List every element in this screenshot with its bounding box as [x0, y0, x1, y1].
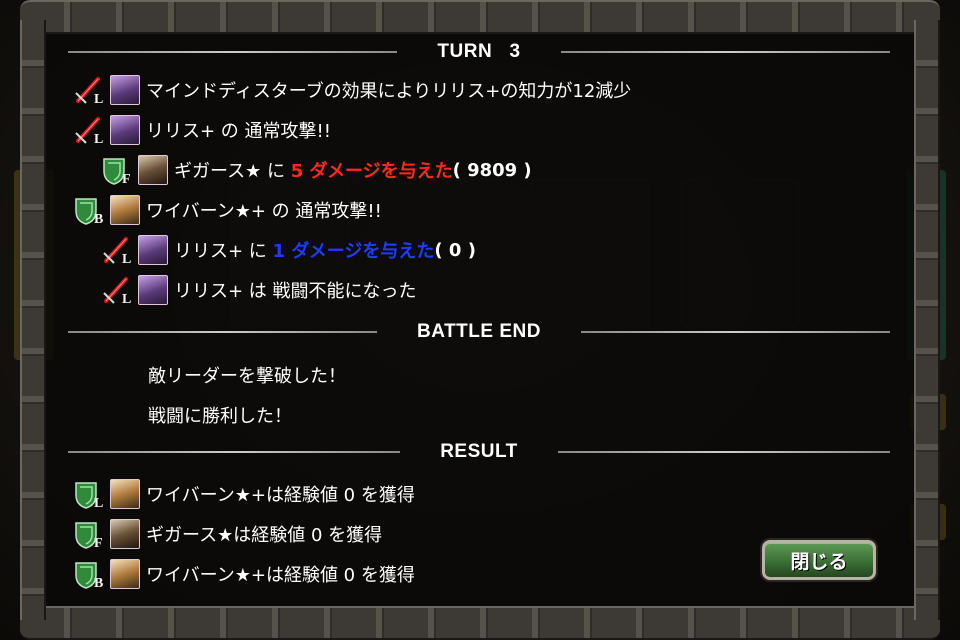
result-text: ワイバーン★+は経験値 0 を獲得: [146, 485, 415, 506]
divider-line: [68, 331, 378, 333]
damage-text: 1 ダメージを与えた: [272, 241, 435, 262]
svg-text:L: L: [94, 132, 103, 145]
lilith-portrait-icon: [110, 75, 140, 105]
log-entry: L マインドディスターブの効果によりリリス+の知力が12減少: [72, 72, 631, 108]
log-text: リリス+ は 戦闘不能になった: [174, 281, 417, 302]
wyvern-portrait-icon: [110, 559, 140, 589]
svg-text:L: L: [122, 252, 131, 265]
battle-end-message: 敵リーダーを撃破した！: [148, 366, 346, 387]
divider-line: [580, 331, 891, 333]
unit-icons: L: [100, 235, 168, 265]
unit-icons: B: [72, 559, 140, 589]
wyvern-portrait-icon: [110, 479, 140, 509]
result-text: ギガース★は経験値 0 を獲得: [146, 525, 383, 546]
wyvern-portrait-icon: [110, 195, 140, 225]
shield-class-icon: F: [72, 519, 108, 549]
unit-icons: F: [72, 519, 140, 549]
log-text: マインドディスターブの効果によりリリス+の知力が12減少: [146, 81, 632, 102]
frame-right: [914, 20, 940, 620]
battle-end-message: 戦闘に勝利した！: [148, 406, 292, 427]
unit-icons: F: [100, 155, 168, 185]
log-text: ワイバーン★+ の 通常攻撃!!: [146, 201, 382, 222]
log-target: ギガース★ に: [174, 161, 291, 182]
svg-text:F: F: [94, 536, 103, 549]
damage-text: 5 ダメージを与えた: [290, 161, 453, 182]
log-entry: L リリス+ に 1 ダメージを与えた( 0 ): [100, 232, 476, 268]
svg-text:B: B: [94, 576, 103, 589]
svg-text:L: L: [122, 292, 131, 305]
result-entry: B ワイバーン★+は経験値 0 を獲得: [72, 556, 415, 592]
log-entry: B ワイバーン★+ の 通常攻撃!!: [72, 192, 382, 228]
log-entry: F ギガース★ に 5 ダメージを与えた( 9809 ): [100, 152, 532, 188]
svg-text:B: B: [94, 212, 103, 225]
log-target: リリス+ に: [174, 241, 273, 262]
divider-line: [68, 51, 398, 53]
lilith-portrait-icon: [138, 235, 168, 265]
sword-class-icon: L: [72, 75, 108, 105]
sword-class-icon: L: [72, 115, 108, 145]
frame-bottom: [20, 606, 940, 640]
battle-end-header: BATTLE END: [68, 318, 891, 346]
turn-header: TURN 3: [68, 38, 890, 66]
svg-text:L: L: [94, 92, 103, 105]
frame-top: [20, 0, 940, 34]
svg-text:F: F: [122, 172, 131, 185]
shield-class-icon: F: [100, 155, 136, 185]
result-entry: F ギガース★は経験値 0 を獲得: [72, 516, 382, 552]
unit-icons: B: [72, 195, 140, 225]
lilith-portrait-icon: [110, 115, 140, 145]
frame-left: [20, 20, 46, 620]
gigas-portrait-icon: [138, 155, 168, 185]
svg-text:L: L: [94, 496, 103, 509]
battle-end-label: BATTLE END: [417, 321, 541, 342]
shield-class-icon: B: [72, 559, 108, 589]
shield-class-icon: L: [72, 479, 108, 509]
log-entry: L リリス+ の 通常攻撃!!: [72, 112, 331, 148]
divider-line: [557, 451, 890, 453]
unit-icons: L: [100, 275, 168, 305]
lilith-portrait-icon: [138, 275, 168, 305]
log-entry: L リリス+ は 戦闘不能になった: [100, 272, 417, 308]
unit-icons: L: [72, 115, 140, 145]
result-label: RESULT: [440, 441, 518, 462]
close-button[interactable]: 閉じる: [762, 540, 876, 580]
divider-line: [560, 51, 890, 53]
turn-label: TURN 3: [437, 41, 521, 62]
result-header: RESULT: [68, 438, 890, 466]
result-entry: L ワイバーン★+は経験値 0 を獲得: [72, 476, 415, 512]
sword-class-icon: L: [100, 275, 136, 305]
sword-class-icon: L: [100, 235, 136, 265]
result-text: ワイバーン★+は経験値 0 を獲得: [146, 565, 415, 586]
shield-class-icon: B: [72, 195, 108, 225]
gigas-portrait-icon: [110, 519, 140, 549]
remaining-hp: ( 9809 ): [452, 159, 532, 181]
unit-icons: L: [72, 75, 140, 105]
divider-line: [68, 451, 401, 453]
log-text: リリス+ の 通常攻撃!!: [146, 121, 331, 142]
unit-icons: L: [72, 479, 140, 509]
remaining-hp: ( 0 ): [434, 239, 476, 261]
